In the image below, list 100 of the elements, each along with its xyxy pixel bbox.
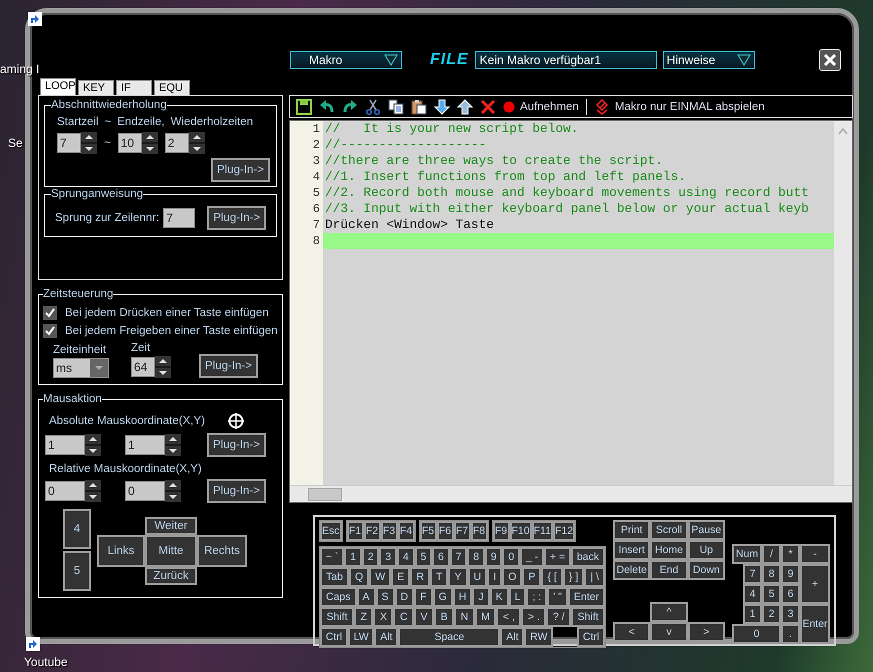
keyboard-key[interactable]: I [487,567,502,587]
keyboard-key[interactable]: F4 [398,521,415,541]
mouse-side-button[interactable]: 4 [63,509,91,549]
keyboard-key[interactable]: Ctrl [320,627,348,647]
numpad-key[interactable]: 7 [743,564,762,584]
keyboard-key[interactable]: Caps [320,587,357,607]
numpad-key[interactable]: / [762,544,781,564]
keyboard-key[interactable]: ; : [526,587,548,607]
cut-icon[interactable] [365,98,381,114]
keyboard-key[interactable]: End [650,560,688,580]
keyboard-key[interactable]: + = [544,547,571,567]
keyboard-key[interactable]: F1 [346,521,364,541]
keyboard-key[interactable]: Enter [568,587,605,607]
keyboard-key[interactable]: F12 [552,521,576,541]
number-field[interactable]: 0 [45,481,85,501]
record-button[interactable]: Aufnehmen [503,100,579,112]
numpad-key[interactable]: Num [732,544,762,564]
keyboard-key[interactable]: | \ [584,567,605,587]
keyboard-key[interactable]: F [414,587,433,607]
copy-icon[interactable] [388,98,404,114]
keyboard-key[interactable]: Esc [320,521,342,541]
plug-in-button[interactable]: Plug-In-> [207,206,266,230]
keyboard-key[interactable]: Delete [613,560,650,580]
desktop-icon-label[interactable]: Youtube [24,655,68,669]
keyboard-key[interactable]: F3 [380,521,398,541]
keyboard-key[interactable]: Shift [320,607,354,627]
keyboard-key[interactable]: F6 [436,521,454,541]
keyboard-key[interactable]: R [410,567,430,587]
keyboard-key[interactable]: ~ ` [320,547,344,567]
number-field[interactable]: 1 [125,435,165,455]
arrow-key[interactable]: ^ [650,602,688,622]
checkbox[interactable] [43,306,57,320]
keyboard-key[interactable]: F11 [532,521,553,541]
keyboard-key[interactable]: 1 [344,547,362,567]
numpad-key[interactable]: 1 [743,604,762,624]
keyboard-key[interactable]: C [393,607,414,627]
save-icon[interactable] [296,98,312,114]
unit-dropdown[interactable]: ms [53,358,109,378]
tab[interactable]: IF [116,80,152,95]
spinner-icon[interactable] [188,132,205,154]
keyboard-key[interactable]: Space [398,627,500,647]
desktop-icon-label[interactable]: aming I [0,62,40,76]
keyboard-key[interactable]: 4 [397,547,415,567]
keyboard-key[interactable]: ' " [547,587,568,607]
checkbox[interactable] [43,324,57,338]
horizontal-scrollbar[interactable] [290,485,852,502]
number-field[interactable]: 10 [118,133,142,153]
keyboard-key[interactable]: Pause [688,520,725,540]
keyboard-key[interactable]: F2 [364,521,381,541]
delete-icon[interactable] [480,98,496,114]
tab[interactable]: EQU [154,80,190,95]
keyboard-key[interactable]: _ - [520,547,544,567]
keyboard-key[interactable]: Alt [500,627,524,647]
keyboard-key[interactable]: F8 [470,521,488,541]
spinner-icon[interactable] [85,480,101,502]
right-click-button[interactable]: Rechts [197,535,247,567]
keyboard-key[interactable]: Shift [571,607,606,627]
plug-in-button[interactable]: Plug-In-> [211,158,270,182]
keyboard-key[interactable]: K [490,587,509,607]
keyboard-key[interactable]: J [472,587,490,607]
keyboard-key[interactable]: Up [688,540,725,560]
keyboard-key[interactable]: X [373,607,394,627]
spinner-icon[interactable] [165,434,181,456]
keyboard-key[interactable]: { [ [541,567,563,587]
keyboard-key[interactable]: F9 [492,521,510,541]
keyboard-key[interactable]: < , [496,607,522,627]
left-click-button[interactable]: Links [97,535,145,567]
spinner-icon[interactable] [142,132,158,154]
crosshair-icon[interactable] [228,413,244,429]
number-field[interactable]: 2 [164,133,189,153]
keyboard-key[interactable]: Tab [320,567,349,587]
tab[interactable]: LOOP [40,78,76,95]
desktop-icon-label[interactable]: Se [8,136,23,150]
keyboard-key[interactable]: G [432,587,453,607]
keyboard-key[interactable]: ? / [546,607,572,627]
keyboard-key[interactable]: N [454,607,475,627]
numpad-key[interactable]: 3 [781,604,800,624]
scroll-thumb[interactable] [308,488,342,501]
script-editor[interactable] [289,120,853,503]
play-once-button[interactable]: Makro nur EINMAL abspielen [594,98,765,114]
wheel-down-button[interactable]: Zurück [145,567,197,585]
keyboard-key[interactable]: W [369,567,392,587]
numpad-key[interactable]: Enter [800,604,830,644]
keyboard-key[interactable]: M [474,607,496,627]
keyboard-key[interactable]: Scroll [650,520,688,540]
down-arrow-icon[interactable] [434,98,450,114]
keyboard-key[interactable]: L [508,587,526,607]
keyboard-key[interactable]: Insert [613,540,650,560]
numpad-key[interactable]: 8 [762,564,781,584]
keyboard-key[interactable]: T [430,567,448,587]
paste-icon[interactable] [411,98,427,114]
number-field[interactable]: 0 [125,481,165,501]
spinner-icon[interactable] [81,132,97,154]
plug-in-button[interactable]: Plug-In-> [207,479,266,503]
numpad-key[interactable]: 6 [781,584,800,604]
keyboard-key[interactable]: 2 [362,547,380,567]
keyboard-key[interactable]: P [522,567,542,587]
keyboard-key[interactable]: S [376,587,395,607]
close-button[interactable] [818,49,841,71]
numpad-key[interactable]: + [800,564,830,604]
